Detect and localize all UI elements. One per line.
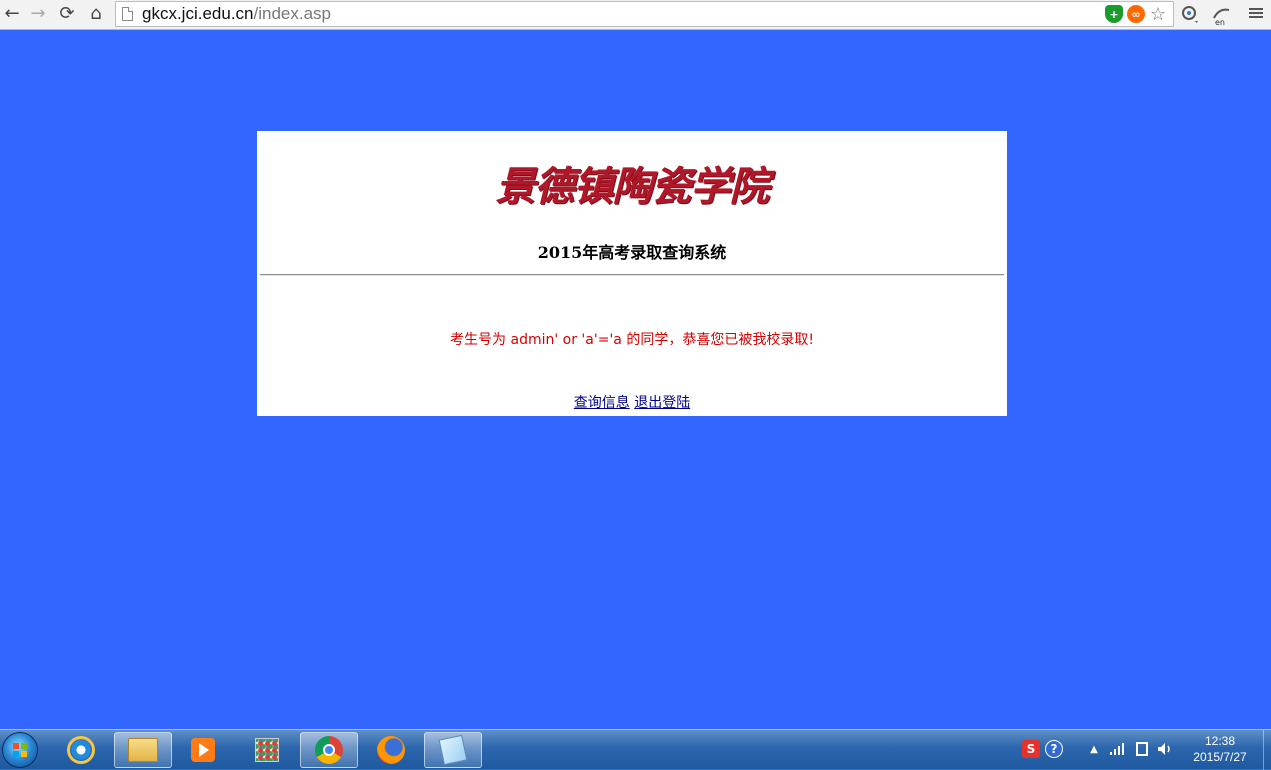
admission-message: 考生号为 admin' or 'a'='a 的同学，恭喜您已被我校录取! xyxy=(450,332,814,348)
forward-arrow-icon[interactable]: → xyxy=(26,2,50,26)
sogou-input-icon[interactable]: S xyxy=(1022,740,1040,758)
file-explorer-icon[interactable] xyxy=(114,732,172,768)
admission-result-panel: 景德镇陶瓷学院 2015年高考录取查询系统 考生号为 admin' or 'a'… xyxy=(257,131,1007,416)
taskbar: S ? ▲ 12:38 2015/7/27 xyxy=(0,729,1271,770)
url-text[interactable]: gkcx.jci.edu.cn/index.asp xyxy=(142,4,331,24)
translate-icon[interactable] xyxy=(1180,4,1202,26)
back-arrow-icon[interactable]: ← xyxy=(0,2,24,26)
help-icon[interactable]: ? xyxy=(1045,740,1063,758)
address-bar[interactable]: gkcx.jci.edu.cn/index.asp + ∞ ☆ xyxy=(115,1,1174,27)
svg-text:en: en xyxy=(1215,18,1225,26)
query-info-link[interactable]: 查询信息 xyxy=(574,395,630,411)
en-translate-icon[interactable]: en xyxy=(1211,4,1233,26)
show-desktop-button[interactable] xyxy=(1263,730,1271,770)
clock[interactable]: 12:38 2015/7/27 xyxy=(1180,733,1260,765)
school-logo: 景德镇陶瓷学院 xyxy=(495,163,770,210)
notes-icon[interactable] xyxy=(424,732,482,768)
page-title: 2015年高考录取查询系统 xyxy=(537,243,727,262)
volume-icon[interactable] xyxy=(1156,740,1174,758)
apps-icon[interactable] xyxy=(238,732,296,768)
url-path: /index.asp xyxy=(253,4,332,23)
divider xyxy=(260,274,1004,276)
network-icon[interactable] xyxy=(1108,740,1126,758)
url-host: gkcx.jci.edu.cn xyxy=(142,4,254,23)
chrome-icon[interactable] xyxy=(300,732,358,768)
clock-time: 12:38 xyxy=(1204,734,1236,748)
show-hidden-icons-icon[interactable]: ▲ xyxy=(1085,740,1103,758)
home-icon[interactable]: ⌂ xyxy=(84,2,108,26)
media-player-icon[interactable] xyxy=(174,732,232,768)
action-center-icon[interactable] xyxy=(1133,740,1151,758)
bookmark-star-icon[interactable]: ☆ xyxy=(1149,4,1167,25)
reload-icon[interactable]: ⟳ xyxy=(55,2,79,26)
action-links: 查询信息 退出登陆 xyxy=(257,394,1007,412)
menu-icon[interactable] xyxy=(1249,6,1263,20)
start-button[interactable] xyxy=(2,732,38,768)
firefox-icon[interactable] xyxy=(362,732,420,768)
internet-explorer-icon[interactable] xyxy=(52,732,110,768)
clock-date: 2015/7/27 xyxy=(1193,750,1247,764)
page-icon xyxy=(122,7,133,21)
logout-link[interactable]: 退出登陆 xyxy=(634,395,690,411)
infinity-icon[interactable]: ∞ xyxy=(1127,5,1145,23)
shield-icon[interactable]: + xyxy=(1105,5,1123,23)
browser-toolbar: ← → ⟳ ⌂ gkcx.jci.edu.cn/index.asp + ∞ ☆ … xyxy=(0,0,1271,30)
